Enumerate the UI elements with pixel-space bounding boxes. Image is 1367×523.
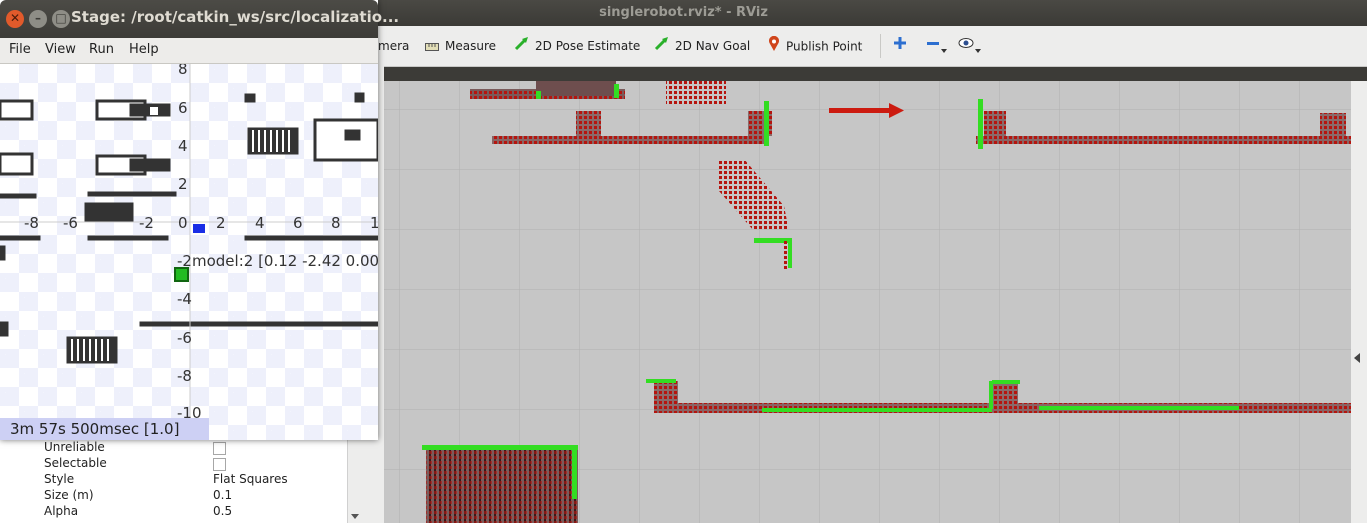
- property-key: Selectable: [44, 456, 107, 470]
- robot-marker: [193, 224, 205, 233]
- tool-publish-point[interactable]: Publish Point: [768, 35, 863, 58]
- y-tick-label: -6: [177, 329, 192, 347]
- style-value[interactable]: Flat Squares: [213, 472, 288, 486]
- x-tick-label: 8: [331, 214, 341, 232]
- close-button[interactable]: ✕: [6, 10, 24, 28]
- menu-view[interactable]: View: [45, 42, 76, 57]
- stage-window: ✕ – □ Stage: /root/catkin_ws/src/localiz…: [0, 0, 399, 440]
- x-tick-label: 4: [255, 214, 265, 232]
- plus-icon: [893, 37, 907, 53]
- tool-2d-nav-goal[interactable]: 2D Nav Goal: [654, 36, 750, 56]
- x-tick-label: -6: [63, 214, 78, 232]
- x-tick-label: -8: [24, 214, 39, 232]
- properties-scrollbar[interactable]: [347, 440, 362, 523]
- property-row: Style Flat Squares: [0, 472, 347, 488]
- tool-2d-pose-estimate-label: 2D Pose Estimate: [535, 39, 641, 53]
- property-key: Style: [44, 472, 75, 486]
- display-properties: Unreliable Selectable Style Flat Squares…: [0, 440, 347, 523]
- maximize-icon: □: [55, 11, 67, 25]
- tool-2d-pose-estimate[interactable]: 2D Pose Estimate: [514, 36, 640, 56]
- ruler-icon: [425, 37, 439, 57]
- goal-arrow-icon: [654, 36, 669, 57]
- minimize-icon: –: [35, 11, 41, 25]
- y-tick-label: 8: [178, 64, 188, 78]
- size-value[interactable]: 0.1: [213, 488, 232, 502]
- y-tick-label: -2: [177, 252, 192, 270]
- model-label: model:2 [0.12 -2.42 0.00 1: [192, 252, 378, 270]
- map-render[interactable]: [384, 81, 1351, 523]
- particle-cloud: [666, 81, 726, 106]
- x-tick-label: 0: [178, 214, 188, 232]
- property-key: Unreliable: [44, 440, 105, 454]
- toolbar-separator: [880, 34, 881, 58]
- scroll-down-icon[interactable]: [351, 514, 359, 519]
- x-tick-label: -2: [139, 214, 154, 232]
- property-key: Size (m): [44, 488, 94, 502]
- x-tick-label: 6: [293, 214, 303, 232]
- property-row: Selectable: [0, 456, 347, 472]
- panels-view-button[interactable]: [958, 36, 982, 56]
- shelf-obstacle: [422, 445, 578, 523]
- minimize-button[interactable]: –: [29, 10, 47, 28]
- remove-tool-button[interactable]: [926, 36, 948, 56]
- pose-arrow-icon: [514, 36, 529, 57]
- maximize-button[interactable]: □: [52, 10, 70, 28]
- minus-icon: [926, 42, 948, 57]
- x-tick-label: 1: [370, 214, 378, 232]
- tool-camera-label: mera: [378, 39, 410, 53]
- y-tick-label: 2: [178, 175, 188, 193]
- menu-run[interactable]: Run: [89, 42, 114, 57]
- tool-camera[interactable]: mera: [378, 36, 409, 56]
- menu-help[interactable]: Help: [129, 42, 159, 57]
- selectable-checkbox[interactable]: [213, 458, 226, 471]
- y-tick-label: -4: [177, 290, 192, 308]
- unreliable-checkbox[interactable]: [213, 442, 226, 455]
- viewport-side-handle[interactable]: [1351, 81, 1367, 523]
- tool-measure-label: Measure: [445, 39, 496, 53]
- stage-menu-bar: File View Run Help: [0, 38, 378, 64]
- property-row: Unreliable: [0, 440, 347, 456]
- property-key: Alpha: [44, 504, 79, 518]
- add-tool-button[interactable]: [893, 36, 907, 56]
- stage-canvas[interactable]: 8 6 4 2 -2 -4 -6 -8 -10 -8 -6 -2 0 2 4 6…: [0, 64, 378, 440]
- x-tick-label: 2: [216, 214, 226, 232]
- y-tick-label: 6: [178, 99, 188, 117]
- property-row: Size (m) 0.1: [0, 488, 347, 504]
- stage-title-bar[interactable]: ✕ – □ Stage: /root/catkin_ws/src/localiz…: [0, 0, 399, 38]
- menu-file[interactable]: File: [9, 42, 31, 57]
- y-tick-label: 4: [178, 137, 188, 155]
- alpha-value[interactable]: 0.5: [213, 504, 232, 518]
- y-tick-label: -8: [177, 367, 192, 385]
- property-row: Alpha 0.5: [0, 504, 347, 520]
- render-viewport[interactable]: [384, 81, 1351, 523]
- tool-publish-point-label: Publish Point: [786, 39, 863, 54]
- map-pin-icon: [768, 35, 780, 58]
- close-icon: ✕: [9, 11, 21, 25]
- collapse-arrow-icon[interactable]: [1354, 353, 1360, 363]
- eye-icon: [958, 38, 982, 57]
- tool-2d-nav-goal-label: 2D Nav Goal: [675, 39, 751, 53]
- tool-measure[interactable]: Measure: [425, 36, 496, 56]
- stage-title: Stage: /root/catkin_ws/src/localizatio..…: [71, 8, 400, 26]
- stage-status-bar: 3m 57s 500msec [1.0]: [0, 418, 209, 440]
